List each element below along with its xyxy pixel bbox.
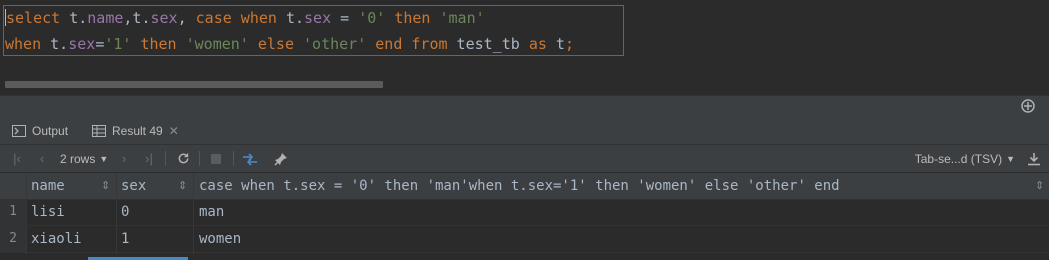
tab-output-label: Output: [32, 123, 69, 138]
crosshair-settings-icon[interactable]: [1019, 98, 1037, 116]
token: test_tb: [447, 35, 529, 53]
table-cell[interactable]: man: [199, 199, 224, 225]
close-icon[interactable]: ✕: [169, 124, 179, 138]
chevron-down-icon: ▼: [99, 153, 109, 164]
column-divider: [193, 173, 194, 254]
stop-icon[interactable]: [207, 145, 225, 172]
token: name: [87, 9, 124, 27]
table-cell[interactable]: lisi: [31, 199, 65, 225]
previous-page-icon[interactable]: ‹: [33, 145, 51, 172]
tab-result-label: Result 49: [112, 123, 163, 138]
token: t.: [60, 9, 88, 27]
token: then: [394, 9, 431, 27]
compare-icon[interactable]: [241, 145, 259, 172]
export-format-dropdown[interactable]: Tab-se...d (TSV) ▼: [915, 145, 1015, 172]
tab-output[interactable]: Output: [12, 117, 68, 144]
column-header-sex[interactable]: sex: [121, 173, 146, 199]
result-tabs: Output Result 49 ✕: [0, 117, 1049, 260]
column-header-name[interactable]: name: [31, 173, 65, 199]
grid-toolbar: |‹ ‹ 2 rows ▼ › ›| Tab-se...d (TSV) ▼: [0, 145, 1049, 173]
toolbar-divider: [199, 151, 200, 166]
table-cell[interactable]: women: [199, 226, 241, 252]
sort-icon[interactable]: ⇕: [178, 173, 187, 199]
token: then: [140, 35, 177, 53]
horizontal-scrollbar-thumb[interactable]: [5, 81, 383, 88]
token: 'women': [185, 35, 249, 53]
next-page-icon[interactable]: ›: [115, 145, 133, 172]
export-format-label: Tab-se...d (TSV): [914, 151, 1003, 166]
row-number: 1: [0, 199, 26, 225]
token: t.: [41, 35, 69, 53]
token: when: [5, 35, 42, 53]
console-icon: [12, 124, 26, 137]
token: sex: [150, 9, 178, 27]
token: '1': [104, 35, 132, 53]
sort-icon[interactable]: ⇕: [1035, 173, 1044, 199]
rows-count-label: 2 rows: [60, 151, 96, 166]
sql-editor[interactable]: select t.name,t.sex, case when t.sex = '…: [0, 0, 1049, 95]
table-cell[interactable]: 1: [121, 226, 129, 252]
token: 'man': [439, 9, 485, 27]
table-row[interactable]: 2 xiaoli 1 women: [0, 226, 1049, 253]
row-number: 2: [0, 226, 26, 252]
token: 'other': [303, 35, 367, 53]
token: =: [331, 9, 359, 27]
token: ,t.: [123, 9, 151, 27]
table-cell[interactable]: xiaoli: [31, 226, 82, 252]
toolbar-divider: [233, 151, 234, 166]
toolbar-divider: [165, 151, 166, 166]
rows-count-dropdown[interactable]: 2 rows ▼: [60, 145, 108, 172]
token: case when: [195, 9, 277, 27]
grid-header: name ⇕ sex ⇕ case when t.sex = '0' then …: [0, 173, 1049, 200]
chevron-down-icon: ▼: [1006, 153, 1015, 164]
token: ;: [564, 35, 574, 53]
token: =: [95, 35, 105, 53]
download-icon[interactable]: [1025, 145, 1043, 172]
column-header-case[interactable]: case when t.sex = '0' then 'man'when t.s…: [199, 173, 840, 199]
last-page-icon[interactable]: ›|: [139, 145, 159, 172]
token: sex: [304, 9, 332, 27]
token: end from: [375, 35, 448, 53]
code-line-1[interactable]: select t.name,t.sex, case when t.sex = '…: [5, 8, 485, 28]
pin-icon[interactable]: [272, 145, 290, 172]
table-icon: [92, 124, 106, 137]
token: else: [257, 35, 294, 53]
services-bar: [0, 95, 1049, 118]
table-row[interactable]: 1 lisi 0 man: [0, 199, 1049, 226]
tab-result[interactable]: Result 49 ✕: [92, 117, 179, 144]
sort-icon[interactable]: ⇕: [101, 173, 110, 199]
column-divider: [26, 173, 27, 254]
token: t: [546, 35, 565, 53]
token: as: [528, 35, 547, 53]
column-divider: [116, 173, 117, 254]
first-page-icon[interactable]: |‹: [8, 145, 26, 172]
token: t.: [276, 9, 305, 27]
token: '0': [358, 9, 386, 27]
token: sex: [68, 35, 96, 53]
result-grid[interactable]: name ⇕ sex ⇕ case when t.sex = '0' then …: [0, 173, 1049, 254]
token: ,: [177, 9, 196, 27]
token: select: [6, 9, 61, 27]
code-line-2[interactable]: when t.sex='1' then 'women' else 'other'…: [5, 34, 574, 54]
refresh-icon[interactable]: [174, 145, 192, 172]
table-cell[interactable]: 0: [121, 199, 129, 225]
